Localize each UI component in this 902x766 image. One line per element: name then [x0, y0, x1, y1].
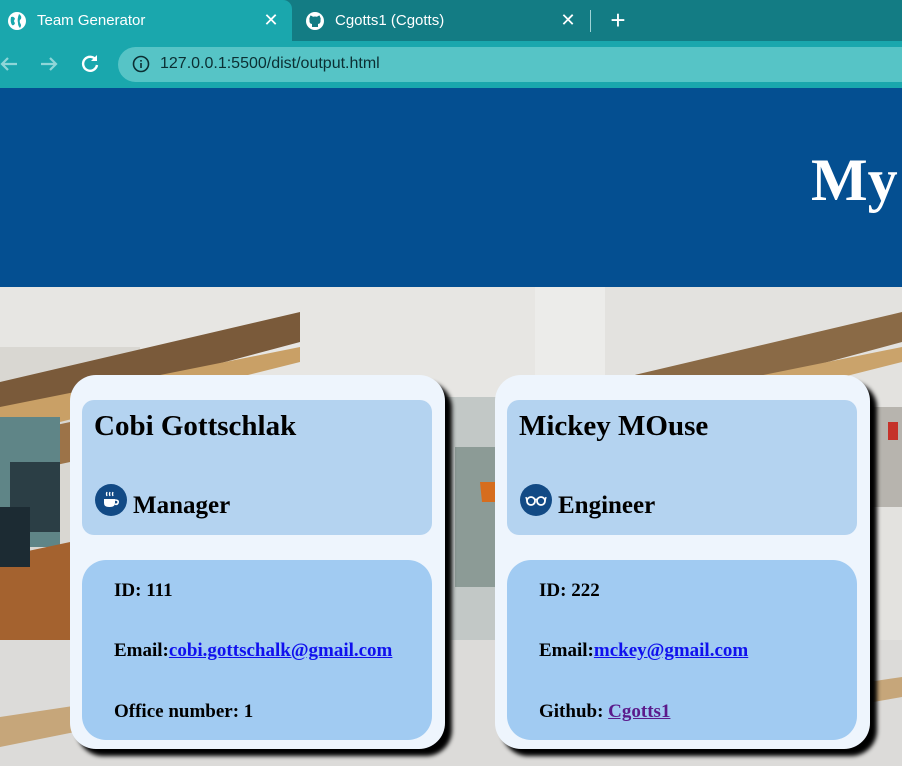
employee-id: ID: 111: [114, 580, 173, 601]
employee-card-engineer: Mickey MOuse Engineer ID: 222 Email:mcke…: [495, 375, 870, 749]
github-row: Github: Cgotts1: [539, 701, 670, 723]
card-header: Cobi Gottschlak Manager: [82, 400, 432, 535]
employee-name: Mickey MOuse: [519, 410, 709, 442]
browser-toolbar: 127.0.0.1:5500/dist/output.html: [0, 41, 902, 88]
email-label: Email:: [114, 640, 169, 661]
close-tab-icon[interactable]: ✕: [557, 10, 579, 32]
new-tab-button[interactable]: +: [606, 7, 630, 33]
email-link[interactable]: cobi.gottschalk@gmail.com: [169, 640, 393, 661]
github-icon: [305, 11, 325, 31]
info-icon[interactable]: [132, 55, 150, 73]
tab-github[interactable]: Cgotts1 (Cgotts) ✕: [293, 0, 589, 41]
page-header: My: [0, 88, 902, 287]
glasses-icon: [520, 484, 552, 516]
github-label: Github:: [539, 701, 609, 722]
card-details: ID: 111 Email:cobi.gottschalk@gmail.com …: [82, 560, 432, 740]
tab-separator: [590, 10, 591, 32]
email-label: Email:: [539, 640, 594, 661]
tab-title: Cgotts1 (Cgotts): [335, 12, 445, 29]
email-link[interactable]: mckey@gmail.com: [594, 640, 748, 661]
globe-icon: [7, 11, 27, 31]
office-number: Office number: 1: [114, 701, 254, 722]
close-tab-icon[interactable]: ✕: [260, 10, 282, 32]
employee-email-row: Email:cobi.gottschalk@gmail.com: [114, 640, 392, 662]
page-title: My: [811, 147, 898, 213]
employee-email-row: Email:mckey@gmail.com: [539, 640, 748, 662]
back-arrow-icon[interactable]: [0, 51, 22, 77]
employee-role: Engineer: [558, 492, 656, 519]
employee-role: Manager: [133, 492, 231, 519]
card-details: ID: 222 Email:mckey@gmail.com Github: Cg…: [507, 560, 857, 740]
url-text: 127.0.0.1:5500/dist/output.html: [160, 55, 380, 72]
employee-name: Cobi Gottschlak: [94, 410, 297, 442]
employee-card-manager: Cobi Gottschlak Manager ID: 111 Email:co…: [70, 375, 445, 749]
tab-title: Team Generator: [37, 12, 146, 29]
address-bar[interactable]: 127.0.0.1:5500/dist/output.html: [118, 47, 902, 82]
tab-strip: Team Generator ✕ Cgotts1 (Cgotts) ✕ +: [0, 0, 902, 41]
card-header: Mickey MOuse Engineer: [507, 400, 857, 535]
employee-id: ID: 222: [539, 580, 600, 601]
forward-arrow-icon[interactable]: [36, 51, 62, 77]
coffee-cup-icon: [95, 484, 127, 516]
reload-icon[interactable]: [77, 51, 103, 77]
github-link[interactable]: Cgotts1: [608, 701, 670, 722]
tab-team-generator[interactable]: Team Generator ✕: [0, 0, 292, 41]
